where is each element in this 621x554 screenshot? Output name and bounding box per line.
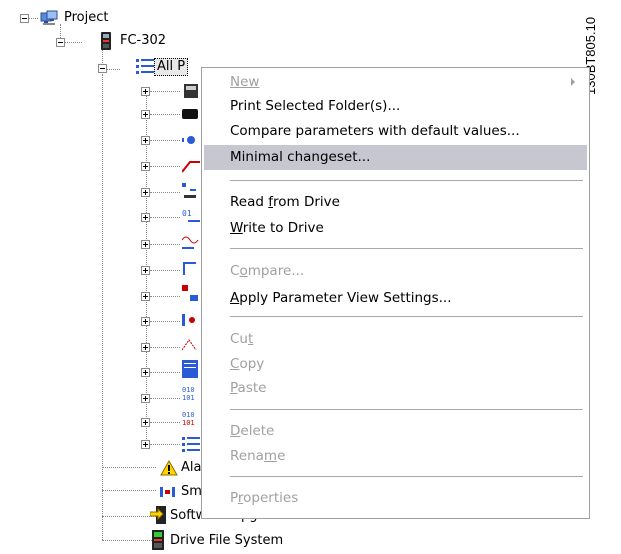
menu-item-compare[interactable]: Compare... <box>202 260 589 282</box>
expand-node-toggle[interactable] <box>141 343 150 352</box>
svg-text:010: 010 <box>182 411 195 419</box>
menu-separator <box>230 409 583 410</box>
binary-data-icon: 010 101 <box>182 410 198 427</box>
expand-node-toggle[interactable] <box>141 188 150 197</box>
context-menu: New Print Selected Folder(s)... Compare … <box>201 67 590 519</box>
menu-item-rename[interactable]: Rename <box>202 445 589 467</box>
comm-icon <box>182 259 198 275</box>
expand-node-toggle[interactable] <box>141 368 150 377</box>
ramp-icon <box>181 158 200 174</box>
project-icon <box>40 10 58 26</box>
drive-file-system-icon <box>150 530 166 550</box>
collapse-project-toggle[interactable] <box>20 14 29 23</box>
digital-io-icon: 01 <box>182 208 200 224</box>
expand-node-toggle[interactable] <box>141 136 150 145</box>
submenu-arrow-icon <box>571 78 575 86</box>
tree-project-label[interactable]: Project <box>64 10 108 26</box>
analog-io-icon <box>181 234 199 250</box>
menu-item-minimal-changeset[interactable]: Minimal changeset... <box>204 145 587 170</box>
expand-node-toggle[interactable] <box>141 418 150 427</box>
menu-item-apply-parameter-view-settings[interactable]: Apply Parameter View Settings... <box>202 287 589 309</box>
binary-data-icon: 010 101 <box>182 385 198 402</box>
menu-separator <box>230 248 583 249</box>
expand-node-toggle[interactable] <box>141 292 150 301</box>
alarm-warning-icon <box>160 459 178 476</box>
tree-fc302-label[interactable]: FC-302 <box>120 33 166 49</box>
menu-item-new[interactable]: New <box>202 71 589 93</box>
menu-separator <box>230 180 583 181</box>
menu-separator <box>230 476 583 477</box>
expand-node-toggle[interactable] <box>141 440 150 449</box>
menu-item-delete[interactable]: Delete <box>202 420 589 442</box>
collapse-fc302-toggle[interactable] <box>56 38 65 47</box>
motor-icon <box>182 106 198 122</box>
collapse-all-params-toggle[interactable] <box>98 64 107 73</box>
svg-text:101: 101 <box>182 419 195 427</box>
drive-info-icon <box>181 336 198 352</box>
expand-node-toggle[interactable] <box>141 317 150 326</box>
software-upgrader-icon <box>149 506 166 524</box>
smart-start-icon <box>160 484 176 500</box>
drive-small-icon <box>184 84 200 100</box>
menu-item-paste[interactable]: Paste <box>202 377 589 399</box>
expand-node-toggle[interactable] <box>141 110 150 119</box>
smart-logic-icon <box>182 285 198 301</box>
tree-all-params-label[interactable]: All P <box>154 58 189 76</box>
limits-icon <box>182 183 198 199</box>
brake-icon <box>182 133 198 149</box>
expand-node-toggle[interactable] <box>141 162 150 171</box>
svg-text:01: 01 <box>182 209 192 218</box>
expand-node-toggle[interactable] <box>141 87 150 96</box>
expand-node-toggle[interactable] <box>141 266 150 275</box>
special-functions-icon <box>182 312 198 328</box>
svg-text:010: 010 <box>182 386 195 394</box>
expand-node-toggle[interactable] <box>141 213 150 222</box>
list-icon <box>136 58 154 74</box>
expand-node-toggle[interactable] <box>141 394 150 403</box>
data-readouts-icon <box>182 360 198 378</box>
svg-text:101: 101 <box>182 394 195 402</box>
menu-item-write-to-drive[interactable]: Write to Drive <box>202 217 589 239</box>
menu-separator <box>230 316 583 317</box>
expand-node-toggle[interactable] <box>141 240 150 249</box>
menu-item-compare-default[interactable]: Compare parameters with default values..… <box>202 120 589 142</box>
menu-item-copy[interactable]: Copy <box>202 353 589 375</box>
tree-drive-file-system-label[interactable]: Drive File System <box>170 533 283 549</box>
menu-item-read-from-drive[interactable]: Read from Drive <box>202 191 589 213</box>
menu-item-properties[interactable]: Properties <box>202 487 589 509</box>
drive-icon <box>100 32 116 50</box>
menu-item-new-label: New <box>230 74 260 90</box>
list-icon <box>182 436 200 452</box>
menu-item-print-selected-folders[interactable]: Print Selected Folder(s)... <box>202 95 589 117</box>
menu-item-cut[interactable]: Cut <box>202 328 589 350</box>
